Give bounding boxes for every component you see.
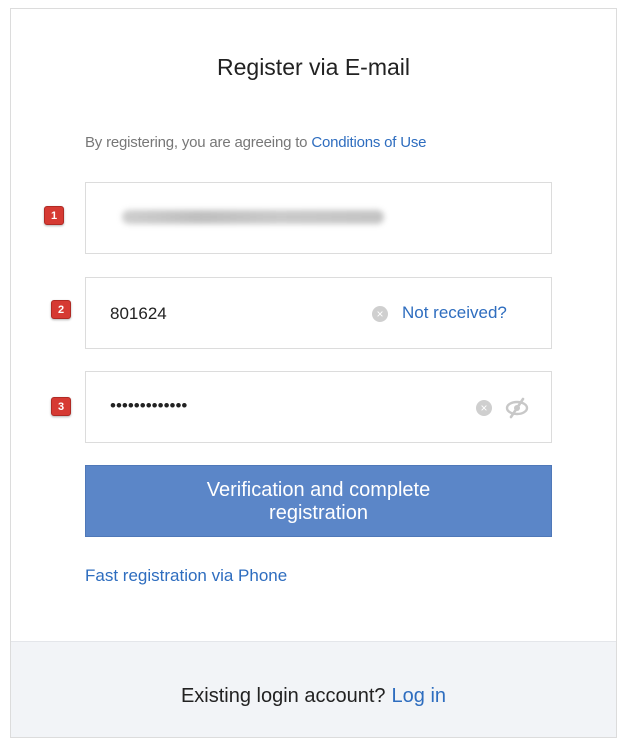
page-title: Register via E-mail bbox=[217, 54, 410, 80]
log-in-link[interactable]: Log in bbox=[392, 685, 447, 707]
not-received-link[interactable]: Not received? bbox=[402, 303, 507, 323]
eye-slash-icon[interactable] bbox=[504, 396, 530, 420]
clear-icon[interactable]: × bbox=[372, 306, 388, 322]
email-field[interactable] bbox=[85, 182, 552, 254]
conditions-of-use-link[interactable]: Conditions of Use bbox=[311, 134, 426, 151]
submit-label-line-1: Verification and complete bbox=[206, 479, 431, 501]
agreement-text: By registering, you are agreeing to bbox=[85, 134, 308, 151]
step-badge-2: 2 bbox=[51, 300, 71, 319]
phone-registration-link[interactable]: Fast registration via Phone bbox=[85, 566, 287, 586]
verification-code-field[interactable]: 801624 × Not received? bbox=[85, 277, 552, 349]
verification-code-value: 801624 bbox=[110, 304, 167, 323]
footer: Existing login account? Log in bbox=[11, 641, 616, 737]
email-value-redacted bbox=[122, 210, 384, 224]
existing-account-text: Existing login account? bbox=[180, 685, 386, 707]
step-badge-3: 3 bbox=[51, 397, 71, 416]
step-badge-1: 1 bbox=[44, 206, 64, 225]
footer-line: Existing login account? Log in bbox=[11, 685, 616, 708]
password-value: ••••••••••••• bbox=[110, 396, 188, 415]
clear-icon[interactable]: × bbox=[476, 400, 492, 416]
register-card: Register via E-mail By registering, you … bbox=[10, 8, 617, 738]
password-field[interactable]: ••••••••••••• × bbox=[85, 371, 552, 443]
verify-and-register-button[interactable]: Verification and complete registration bbox=[85, 465, 552, 537]
submit-label-line-2: registration bbox=[269, 502, 368, 524]
agreement-line: By registering, you are agreeing to Condi… bbox=[85, 134, 427, 151]
